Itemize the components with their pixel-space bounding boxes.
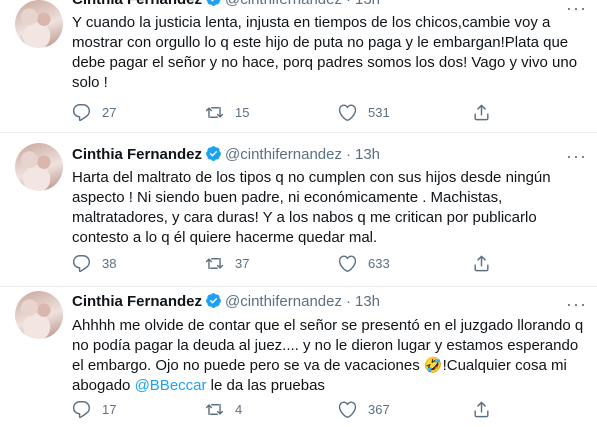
rofl-emoji: 🤣 [423,357,443,374]
retweet-button[interactable]: 37 [205,254,249,273]
more-icon[interactable]: ··· [566,295,587,313]
tweet-header: Cinthia Fernandez @cinthifernandez·13h [72,292,380,315]
verified-badge-icon [205,292,222,315]
author-name[interactable]: Cinthia Fernandez [72,293,202,310]
reply-count: 38 [102,256,117,271]
retweet-button[interactable]: 15 [205,103,249,122]
like-icon [338,401,357,418]
share-button[interactable] [472,254,502,273]
reply-icon [72,255,91,273]
share-icon [474,104,489,121]
reply-count: 17 [102,402,117,417]
more-icon[interactable]: ··· [566,147,587,165]
tweet-header: Cinthia Fernandez @cinthifernandez · 13h [72,0,380,13]
verified-badge-icon [205,0,222,13]
timestamp[interactable]: 13h [355,293,380,310]
retweet-count: 37 [235,256,250,271]
retweet-icon [205,258,224,269]
author-handle[interactable]: @cinthifernandez [225,146,342,163]
reply-button[interactable]: 27 [72,103,116,122]
timestamp[interactable]: 13h [355,0,380,8]
share-button[interactable] [472,400,502,419]
tweet[interactable]: Cinthia Fernandez@cinthifernandez·13h ··… [0,0,597,133]
tweet-header: Cinthia Fernandez @cinthifernandez·13h [72,145,380,168]
reply-button[interactable]: 17 [72,400,116,419]
author-handle[interactable]: @cinthifernandez [225,293,342,310]
avatar[interactable] [15,143,63,191]
verified-badge-icon [205,145,222,168]
share-button[interactable] [472,103,502,122]
author-handle[interactable]: @cinthifernandez [225,0,342,8]
share-icon [474,255,489,272]
tweet-actions: 38 37 633 [72,254,572,274]
retweet-count: 4 [235,402,243,417]
share-icon [474,401,489,418]
avatar[interactable] [15,0,63,48]
reply-button[interactable]: 38 [72,254,116,273]
like-button[interactable]: 531 [338,103,390,122]
retweet-count: 15 [235,105,250,120]
tweet-actions: 27 15 531 [72,103,572,123]
like-count: 633 [368,256,390,271]
tweet-actions: 17 4 367 [72,400,572,420]
like-button[interactable]: 367 [338,400,390,419]
separator: · [345,146,351,163]
tweet-text-part: le da las pruebas [206,377,325,394]
reply-count: 27 [102,105,117,120]
reply-icon [72,401,91,419]
avatar[interactable] [15,291,63,339]
tweet-text: Ahhhh me olvide de contar que el señor s… [72,316,587,396]
author-name[interactable]: Cinthia Fernandez [72,146,202,163]
mention-link[interactable]: @BBeccar [135,377,207,394]
separator: · [346,0,351,8]
retweet-icon [205,404,224,415]
tweet-text: Y cuando la justicia lenta, injusta en t… [72,14,578,91]
like-button[interactable]: 633 [338,254,390,273]
retweet-icon [205,107,224,118]
tweet[interactable]: Cinthia Fernandez @cinthifernandez·13h ··… [0,133,597,287]
tweet-text: Harta del maltrato de los tipos q no cum… [72,169,551,246]
like-count: 531 [368,105,390,120]
tweet-feed: Cinthia Fernandez@cinthifernandez·13h ··… [0,0,597,427]
like-icon [338,255,357,272]
like-icon [338,104,357,121]
timestamp[interactable]: 13h [355,146,380,163]
like-count: 367 [368,402,390,417]
reply-icon [72,104,91,122]
separator: · [345,293,351,310]
author-name[interactable]: Cinthia Fernandez [72,0,202,8]
tweet[interactable]: Cinthia Fernandez @cinthifernandez·13h ··… [0,287,597,427]
retweet-button[interactable]: 4 [205,400,242,419]
